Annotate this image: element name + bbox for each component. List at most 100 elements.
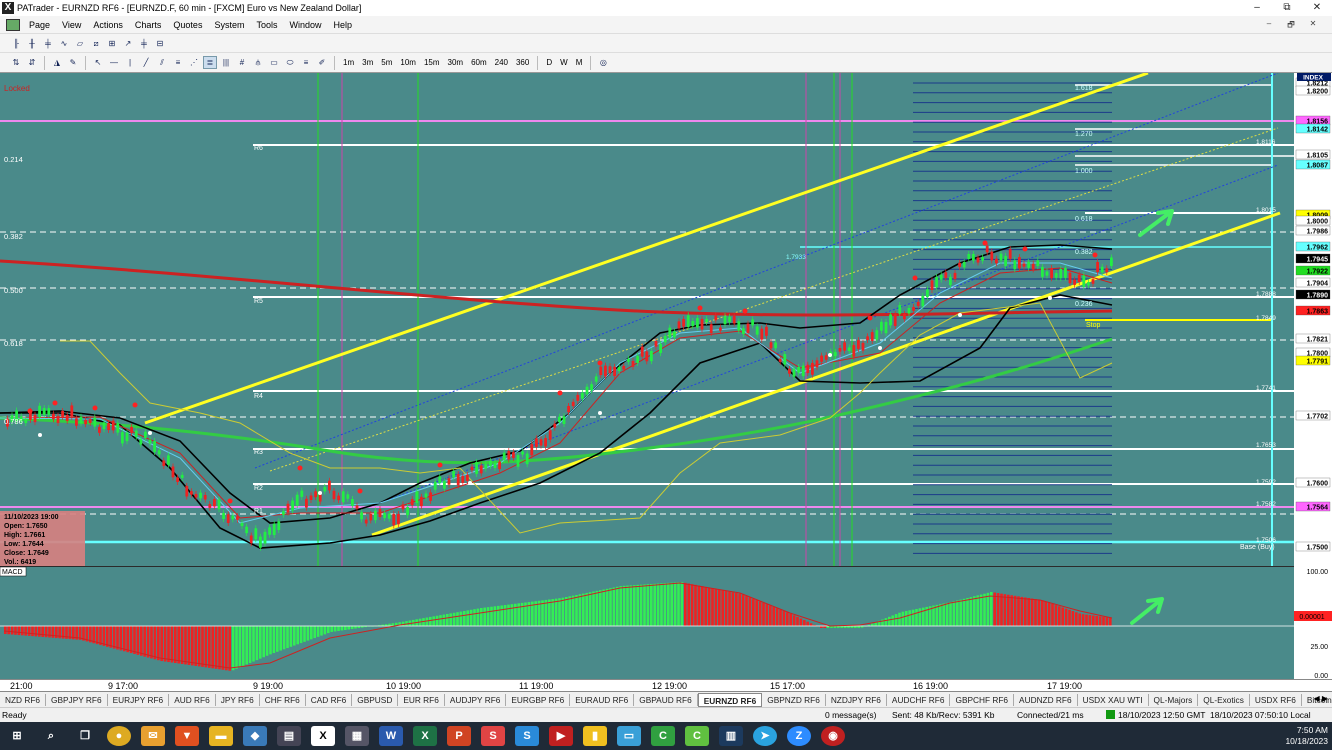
menu-window[interactable]: Window (283, 20, 327, 30)
page-tab[interactable]: EURGBP RF6 (506, 693, 571, 706)
tf-weekly[interactable]: W (556, 58, 572, 67)
page-tab[interactable]: CAD RF6 (306, 693, 353, 706)
fib-extension-icon[interactable]: ≣ (203, 56, 217, 69)
menu-view[interactable]: View (56, 20, 87, 30)
channel-icon[interactable]: ⫽ (155, 56, 169, 69)
page-tab[interactable]: NZDJPY RF6 (826, 693, 887, 706)
area-chart-icon[interactable]: ▱ (73, 37, 87, 50)
app-icon[interactable]: ◆ (243, 726, 267, 746)
page-tab[interactable]: QL-Exotics (1198, 693, 1250, 706)
ohlc-chart-icon[interactable]: ╪ (41, 37, 55, 50)
arrows-icon[interactable]: ⇅ (9, 56, 23, 69)
record-icon[interactable]: ◉ (821, 726, 845, 746)
telegram-icon[interactable]: ➤ (753, 726, 777, 746)
page-tab[interactable]: AUD RF6 (169, 693, 216, 706)
brave-icon[interactable]: ▼ (175, 726, 199, 746)
rectangle-icon[interactable]: ▭ (267, 56, 281, 69)
tf-15m[interactable]: 15m (420, 58, 444, 67)
menu-quotes[interactable]: Quotes (167, 20, 208, 30)
app-blue-icon[interactable]: ▭ (617, 726, 641, 746)
chrome-icon[interactable]: ● (107, 726, 131, 746)
tf-360[interactable]: 360 (512, 58, 533, 67)
app-s-icon[interactable]: S (481, 726, 505, 746)
page-tab[interactable]: USDX RF6 (1250, 693, 1302, 706)
page-tab[interactable]: AUDCHF RF6 (887, 693, 951, 706)
chart-area[interactable]: 1.8212 1.8200 1.8156 1.8142 1.8105 1.8087 1.80… (0, 71, 1332, 680)
minimize-button[interactable]: – (1242, 0, 1272, 16)
app-green-icon[interactable]: C (651, 726, 675, 746)
tf-3m[interactable]: 3m (358, 58, 377, 67)
app-bars-icon[interactable]: ▥ (719, 726, 743, 746)
layout-icon[interactable]: ⊟ (153, 37, 167, 50)
chart-style-icon[interactable]: ◮ (50, 56, 64, 69)
close-button[interactable]: ✕ (1302, 0, 1332, 16)
horizontal-line-icon[interactable]: — (107, 56, 121, 69)
pitchfork-icon[interactable]: ⫛ (251, 56, 265, 69)
page-tab[interactable]: JPY RF6 (216, 693, 260, 706)
app-red-icon[interactable]: ▶ (549, 726, 573, 746)
text-icon[interactable]: ≡ (299, 56, 313, 69)
task-view-icon[interactable]: ❐ (73, 726, 97, 746)
tf-10m[interactable]: 10m (396, 58, 420, 67)
indicator-icon[interactable]: ⊞ (105, 37, 119, 50)
gann-icon[interactable]: # (235, 56, 249, 69)
powerpoint-icon[interactable]: P (447, 726, 471, 746)
excel-icon[interactable]: X (413, 726, 437, 746)
tf-60m[interactable]: 60m (467, 58, 491, 67)
tf-30m[interactable]: 30m (444, 58, 468, 67)
sync-icon[interactable]: ◎ (596, 56, 610, 69)
app-c-icon[interactable]: C (685, 726, 709, 746)
page-tab[interactable]: GBPCHF RF6 (950, 693, 1015, 706)
page-tab[interactable]: EURAUD RF6 (570, 693, 635, 706)
calculator-icon[interactable]: ▦ (345, 726, 369, 746)
candle-chart-icon[interactable]: ╫ (25, 37, 39, 50)
app-s2-icon[interactable]: S (515, 726, 539, 746)
page-icon[interactable] (6, 18, 20, 31)
fib-fan-icon[interactable]: ⋰ (187, 56, 201, 69)
page-tab[interactable]: AUDJPY RF6 (445, 693, 507, 706)
page-tab[interactable]: EUR RF6 (398, 693, 445, 706)
page-tab[interactable]: GBPJPY RF6 (46, 693, 108, 706)
scale-icon[interactable]: ╪ (137, 37, 151, 50)
trend-chart-icon[interactable]: ↗ (121, 37, 135, 50)
pencil-icon[interactable]: ✐ (315, 56, 329, 69)
page-tab[interactable]: EURJPY RF6 (108, 693, 170, 706)
menu-help[interactable]: Help (328, 20, 359, 30)
menu-charts[interactable]: Charts (129, 20, 168, 30)
word-icon[interactable]: W (379, 726, 403, 746)
mdi-close-button[interactable]: ✕ (1302, 19, 1324, 33)
fib-time-icon[interactable]: ||| (219, 56, 233, 69)
tf-1m[interactable]: 1m (339, 58, 358, 67)
mail-icon[interactable]: ✉ (141, 726, 165, 746)
menu-actions[interactable]: Actions (87, 20, 129, 30)
file-explorer-icon[interactable]: ▬ (209, 726, 233, 746)
price-chart[interactable]: 1.82121.82001.81561.81421.81051.80871.80… (0, 71, 1332, 680)
mdi-restore-button[interactable]: 🗗 (1280, 19, 1302, 33)
page-tab[interactable]: GBPUSD (352, 693, 399, 706)
tf-240[interactable]: 240 (491, 58, 512, 67)
edit-icon[interactable]: ✎ (66, 56, 80, 69)
menu-tools[interactable]: Tools (250, 20, 283, 30)
page-tab[interactable]: GBPNZD RF6 (762, 693, 826, 706)
page-tab[interactable]: NZD RF6 (0, 693, 47, 706)
page-tab[interactable]: GBPAUD RF6 (634, 693, 698, 706)
page-tab[interactable]: EURNZD RF6 (697, 692, 763, 707)
tab-scroll-arrows-icon[interactable]: ◀ ▶ (1313, 694, 1328, 703)
overlay-chart-icon[interactable]: ⧄ (89, 37, 103, 50)
tf-daily[interactable]: D (542, 58, 556, 67)
menu-page[interactable]: Page (23, 20, 56, 30)
restore-button[interactable]: ⧉ (1272, 0, 1302, 16)
vertical-line-icon[interactable]: | (123, 56, 137, 69)
notes-icon[interactable]: ▮ (583, 726, 607, 746)
ellipse-icon[interactable]: ⬭ (283, 56, 297, 69)
pointer-arrows-icon[interactable]: ⇵ (25, 56, 39, 69)
menu-system[interactable]: System (208, 20, 250, 30)
bar-chart-icon[interactable]: ╟ (9, 37, 23, 50)
patrader-icon[interactable]: X (311, 726, 335, 746)
page-tab[interactable]: CHF RF6 (260, 693, 306, 706)
line-chart-icon[interactable]: ∿ (57, 37, 71, 50)
chart-app-icon[interactable]: ▤ (277, 726, 301, 746)
zoom-icon[interactable]: Z (787, 726, 811, 746)
page-tab[interactable]: USDX XAU WTI (1078, 693, 1149, 706)
page-tab[interactable]: QL-Majors (1149, 693, 1199, 706)
